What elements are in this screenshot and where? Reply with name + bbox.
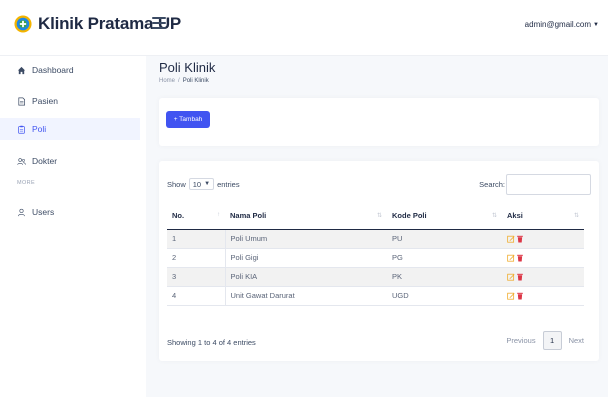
column-header-aksi[interactable]: Aksi ⇅ <box>502 203 584 230</box>
table-row: 4 Unit Gawat Darurat UGD <box>167 286 584 306</box>
top-navbar: Klinik Pratama UP admin@gmail.com ▼ <box>0 0 608 56</box>
home-icon <box>17 66 26 74</box>
caret-down-icon: ▼ <box>593 21 599 28</box>
table-row: 3 Poli KIA PK <box>167 267 584 287</box>
pagination: Previous 1 Next <box>499 331 591 350</box>
user-email: admin@gmail.com <box>524 20 592 29</box>
sidebar-item-label: Dokter <box>32 156 58 166</box>
table-header-row: No. ↑ Nama Poli ⇅ Kode Poli ⇅ Aksi ⇅ <box>167 203 584 230</box>
sort-icon: ⇅ <box>573 213 579 219</box>
cell-no: 1 <box>167 229 226 249</box>
cell-aksi <box>502 286 584 306</box>
cell-nama-poli: Poli Gigi <box>225 248 387 268</box>
edit-icon[interactable] <box>507 254 515 262</box>
trash-icon[interactable] <box>516 273 524 281</box>
breadcrumb-separator: / <box>178 78 180 84</box>
toolbar-card: + Tambah <box>159 98 599 146</box>
table-row: 1 Poli Umum PU <box>167 229 584 249</box>
breadcrumb-current: Poli Klinik <box>182 78 209 84</box>
previous-page-button[interactable]: Previous <box>499 336 542 345</box>
table-info: Showing 1 to 4 of 4 entries <box>167 338 256 347</box>
edit-icon[interactable] <box>507 273 515 281</box>
cell-aksi <box>502 267 584 287</box>
cell-aksi <box>502 229 584 249</box>
sort-icon: ⇅ <box>491 213 497 219</box>
table-card: Show 10 ▼ entries Search: No. ↑ Nama Pol… <box>159 161 599 361</box>
add-button[interactable]: + Tambah <box>166 111 210 128</box>
trash-icon[interactable] <box>516 292 524 300</box>
page-size-control: Show 10 ▼ entries <box>167 178 240 190</box>
show-label: Show <box>167 179 186 189</box>
search-input[interactable] <box>506 174 591 195</box>
page-size-value: 10 <box>192 179 202 189</box>
user-icon <box>18 208 25 216</box>
cell-nama-poli: Poli KIA <box>225 267 387 287</box>
entries-label: entries <box>217 179 240 189</box>
column-header-kode-poli[interactable]: Kode Poli ⇅ <box>387 203 502 230</box>
sidebar-section-heading: MORE <box>17 180 36 186</box>
cell-no: 3 <box>167 267 226 287</box>
main-content: Poli Klinik Home / Poli Klinik + Tambah … <box>146 56 608 397</box>
user-dropdown[interactable]: admin@gmail.com ▼ <box>525 20 599 29</box>
page-button-current[interactable]: 1 <box>542 331 562 350</box>
page-title: Poli Klinik <box>159 60 216 75</box>
column-header-no[interactable]: No. ↑ <box>167 203 225 230</box>
sidebar-item-label: Dashboard <box>32 65 74 75</box>
sidebar-item-dashboard[interactable]: Dashboard <box>0 59 140 81</box>
trash-icon[interactable] <box>516 235 524 243</box>
breadcrumb-home-link[interactable]: Home <box>159 78 175 84</box>
sort-icon: ↑ <box>217 212 220 218</box>
cell-nama-poli: Poli Umum <box>225 229 387 249</box>
sidebar-item-users[interactable]: Users <box>0 201 140 223</box>
cell-kode-poli: PK <box>387 267 502 287</box>
trash-icon[interactable] <box>516 254 524 262</box>
poli-table: No. ↑ Nama Poli ⇅ Kode Poli ⇅ Aksi ⇅ 1 P… <box>167 203 584 306</box>
sidebar-item-label: Users <box>32 207 55 217</box>
column-header-nama-poli[interactable]: Nama Poli ⇅ <box>225 203 387 230</box>
cell-nama-poli: Unit Gawat Darurat <box>225 286 387 306</box>
search-label: Search: <box>479 180 505 189</box>
cell-kode-poli: PG <box>387 248 502 268</box>
clipboard-icon <box>18 125 25 134</box>
breadcrumb: Home / Poli Klinik <box>159 78 209 84</box>
search-control: Search: <box>479 174 591 195</box>
sidebar-item-label: Poli <box>32 124 47 134</box>
cell-no: 2 <box>167 248 226 268</box>
edit-icon[interactable] <box>507 292 515 300</box>
cell-no: 4 <box>167 286 226 306</box>
cell-aksi <box>502 248 584 268</box>
edit-icon[interactable] <box>507 235 515 243</box>
next-page-button[interactable]: Next <box>562 336 591 345</box>
cell-kode-poli: PU <box>387 229 502 249</box>
sidebar-item-poli[interactable]: Poli <box>0 118 140 140</box>
chevron-down-icon: ▼ <box>204 181 211 187</box>
document-icon <box>18 97 26 105</box>
sidebar-item-pasien[interactable]: Pasien <box>0 90 140 112</box>
page-size-select[interactable]: 10 ▼ <box>188 178 215 190</box>
people-icon <box>17 157 26 165</box>
table-row: 2 Poli Gigi PG <box>167 248 584 268</box>
clinic-logo-icon <box>14 15 32 33</box>
sidebar: Dashboard Pasien Poli Dokter MORE Users <box>0 56 146 397</box>
sidebar-item-label: Pasien <box>32 96 58 106</box>
cell-kode-poli: UGD <box>387 286 502 306</box>
sort-icon: ⇅ <box>376 213 382 219</box>
sidebar-item-dokter[interactable]: Dokter <box>0 150 140 172</box>
hamburger-menu-icon[interactable] <box>152 17 166 31</box>
